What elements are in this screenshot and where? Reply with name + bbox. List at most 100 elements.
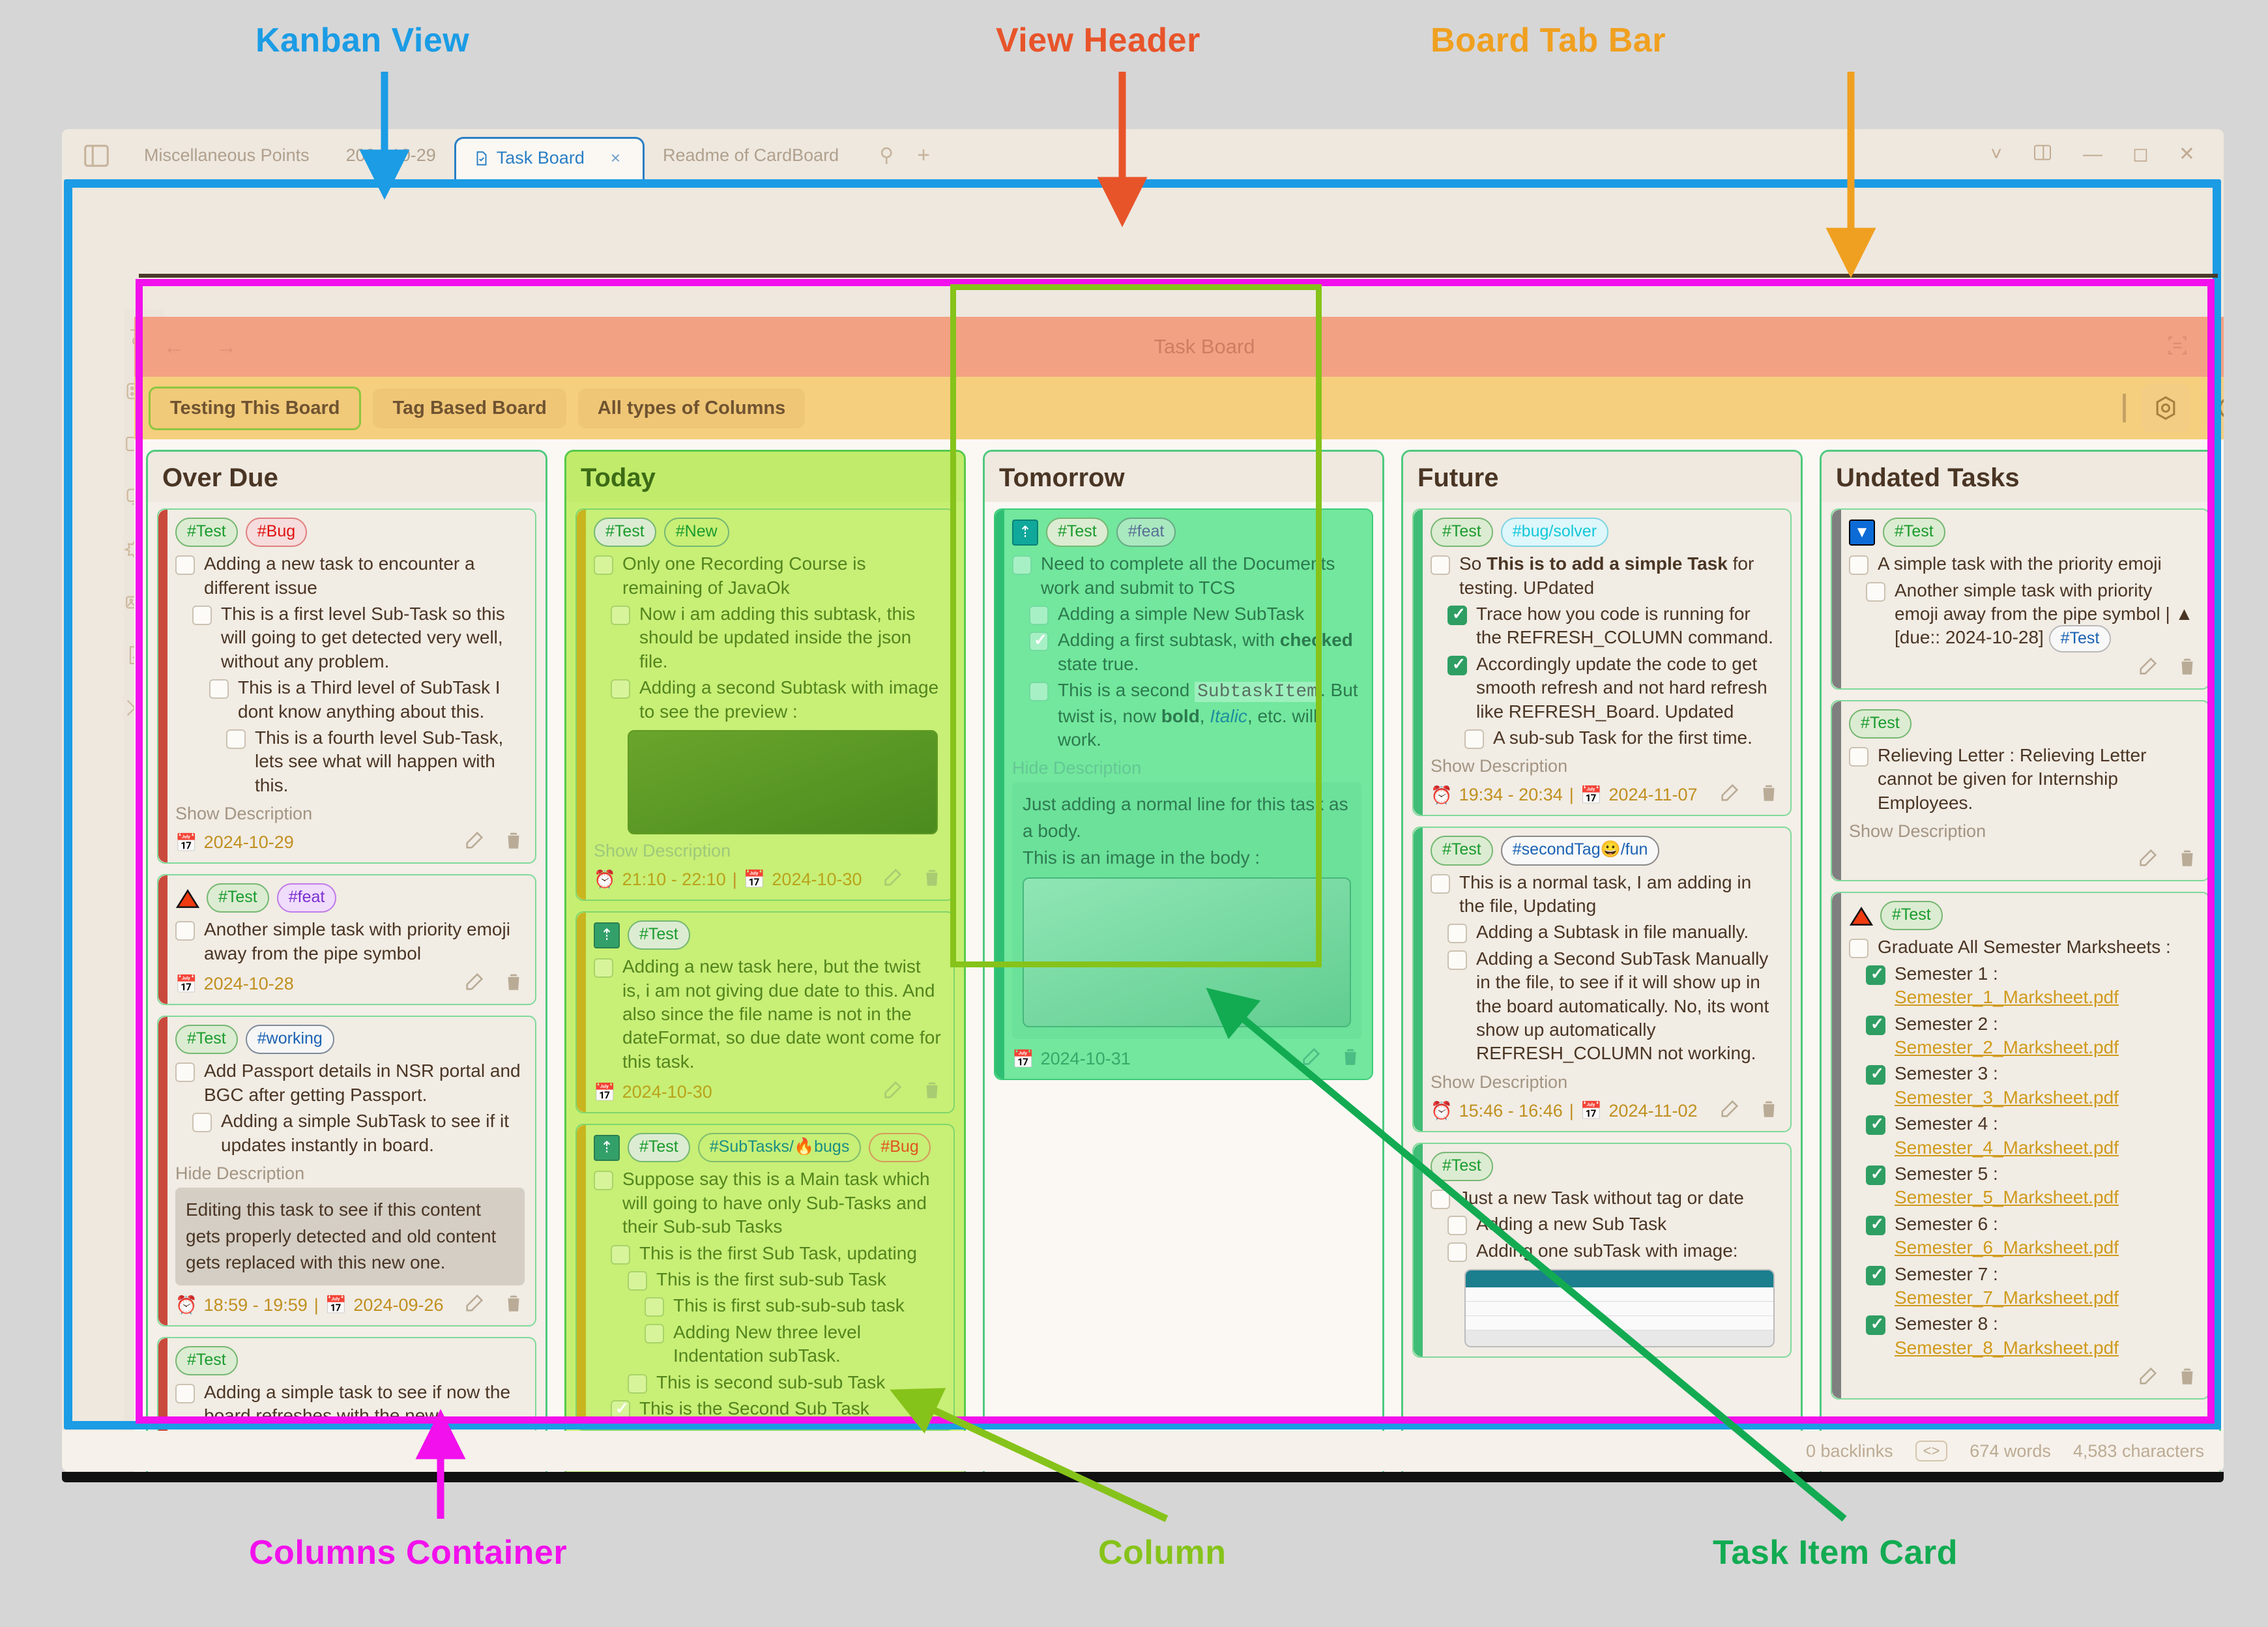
arrow-left-icon[interactable]: ←: [163, 334, 185, 360]
arrow-right-icon[interactable]: →: [215, 334, 237, 360]
card-tag[interactable]: #New: [663, 518, 729, 548]
card-tag[interactable]: #Bug: [869, 1133, 931, 1163]
task-checkbox[interactable]: [611, 606, 630, 626]
task-checkbox[interactable]: [628, 1373, 647, 1394]
task-checkbox[interactable]: [1029, 630, 1049, 652]
edit-icon[interactable]: [2137, 847, 2159, 873]
task-checkbox[interactable]: [1866, 1064, 1885, 1085]
card-tag[interactable]: #feat: [276, 883, 337, 913]
new-tab-button[interactable]: +: [903, 143, 930, 180]
task-item-card[interactable]: ▼ #Test A simple task with the priority em…: [1831, 508, 2210, 690]
edit-icon[interactable]: [463, 1292, 486, 1319]
task-checkbox[interactable]: [175, 555, 195, 576]
task-checkbox[interactable]: [1447, 950, 1467, 970]
card-tag[interactable]: #Test: [207, 883, 269, 913]
embedded-image-preview[interactable]: [1023, 877, 1351, 1028]
task-checkbox[interactable]: [1849, 747, 1868, 767]
card-tag[interactable]: #Test: [628, 920, 690, 950]
tab-close-icon[interactable]: ×: [611, 148, 620, 168]
description-toggle[interactable]: Show Description: [1431, 756, 1780, 776]
task-checkbox[interactable]: [1866, 1214, 1885, 1235]
window-tab-1[interactable]: 2024-10-29: [328, 145, 454, 180]
minimize-button[interactable]: —: [2083, 145, 2102, 164]
task-checkbox[interactable]: [645, 1323, 664, 1343]
edit-icon[interactable]: [463, 971, 486, 997]
edit-icon[interactable]: [2137, 655, 2159, 682]
edit-icon[interactable]: [882, 866, 904, 893]
delete-icon[interactable]: [1758, 782, 1780, 808]
card-tag[interactable]: #Test: [1880, 901, 1943, 931]
task-item-card[interactable]: #Test #working Add Passport details in NSR…: [157, 1016, 536, 1327]
close-window-button[interactable]: ✕: [2179, 145, 2195, 164]
task-checkbox[interactable]: [226, 729, 246, 749]
task-checkbox[interactable]: [1447, 654, 1467, 675]
task-checkbox[interactable]: [1447, 604, 1467, 626]
embedded-image-preview[interactable]: [1464, 1269, 1775, 1348]
task-checkbox[interactable]: [611, 1244, 630, 1265]
task-checkbox[interactable]: [1866, 964, 1885, 985]
embedded-image-preview[interactable]: [628, 729, 938, 834]
window-tab-3[interactable]: Readme of CardBoard: [645, 145, 857, 180]
description-toggle[interactable]: Show Description: [594, 841, 943, 861]
task-item-card[interactable]: #Test #feat Another simple task with prior…: [157, 874, 536, 1006]
description-toggle[interactable]: Hide Description: [175, 1164, 525, 1184]
task-checkbox[interactable]: [628, 1271, 647, 1291]
card-tag[interactable]: #SubTasks/🔥bugs: [697, 1133, 862, 1163]
card-tag[interactable]: #feat: [1116, 518, 1176, 548]
task-checkbox[interactable]: [1849, 555, 1868, 576]
task-checkbox[interactable]: [1012, 555, 1032, 576]
task-checkbox[interactable]: [175, 1063, 195, 1083]
task-checkbox[interactable]: [1431, 873, 1450, 894]
more-options-icon[interactable]: ⋮: [2220, 335, 2224, 358]
card-tag[interactable]: #Test: [175, 1025, 238, 1055]
chevron-down-icon[interactable]: ˅: [1990, 145, 2002, 164]
pin-icon[interactable]: ⚲: [857, 144, 903, 180]
board-horizontal-scrollbar[interactable]: [72, 1422, 489, 1429]
task-item-card[interactable]: #Test #secondTag😀/fun This is a normal tas…: [1412, 827, 1792, 1132]
task-checkbox[interactable]: [209, 679, 229, 699]
card-tag[interactable]: #Bug: [245, 518, 308, 548]
task-checkbox[interactable]: [1447, 924, 1467, 944]
task-checkbox[interactable]: [1431, 555, 1450, 576]
task-checkbox[interactable]: [1029, 682, 1049, 702]
edit-icon[interactable]: [1719, 1098, 1741, 1124]
task-checkbox[interactable]: [1866, 1014, 1885, 1035]
task-checkbox[interactable]: [594, 958, 613, 978]
board-tab-0[interactable]: Testing This Board: [149, 386, 362, 430]
delete-icon[interactable]: [921, 1079, 943, 1106]
task-checkbox[interactable]: [1431, 1190, 1450, 1209]
task-item-card[interactable]: #Test #Bug Adding a new task to encounter …: [157, 508, 536, 864]
task-checkbox[interactable]: [192, 1113, 212, 1133]
task-item-card[interactable]: #Test Relieving Letter : Relieving Letter…: [1831, 699, 2210, 882]
task-item-card[interactable]: #Test Graduate All Semester Marksheets : S…: [1831, 892, 2210, 1400]
task-item-card[interactable]: ⇡ #Test #feat Need to complete all the Docu…: [994, 508, 1373, 1081]
task-checkbox[interactable]: [1447, 1216, 1467, 1236]
task-checkbox[interactable]: [175, 1384, 195, 1404]
task-item-card[interactable]: ⇡ #Test Adding a new task here, but the tw…: [575, 911, 955, 1114]
task-item-card[interactable]: #Test Just a new Task without tag or date…: [1412, 1142, 1792, 1358]
task-checkbox[interactable]: [1866, 581, 1885, 602]
task-checkbox[interactable]: [175, 921, 195, 941]
card-tag[interactable]: #Test: [175, 518, 238, 548]
description-toggle[interactable]: Show Description: [1431, 1072, 1780, 1092]
description-toggle[interactable]: Hide Description: [1012, 758, 1361, 778]
window-tab-2[interactable]: Task Board ×: [454, 137, 645, 183]
task-checkbox[interactable]: [192, 606, 212, 626]
task-checkbox[interactable]: [611, 679, 630, 699]
delete-icon[interactable]: [2176, 847, 2198, 873]
delete-icon[interactable]: [502, 1292, 525, 1319]
edit-icon[interactable]: [2137, 1365, 2159, 1392]
description-toggle[interactable]: Show Description: [175, 804, 525, 824]
task-checkbox[interactable]: [1866, 1265, 1885, 1285]
task-item-card[interactable]: #Test #bug/solver So This is to add a simp…: [1412, 508, 1792, 817]
task-checkbox[interactable]: [1866, 1164, 1885, 1185]
delete-icon[interactable]: [1339, 1046, 1361, 1072]
card-tag[interactable]: #Test: [1883, 518, 1945, 548]
edit-icon[interactable]: [1300, 1046, 1322, 1072]
delete-icon[interactable]: [502, 971, 525, 997]
delete-icon[interactable]: [1758, 1098, 1780, 1124]
card-tag[interactable]: #Test: [1431, 836, 1493, 866]
card-tag[interactable]: #Test: [594, 518, 656, 548]
card-tag[interactable]: #Test: [1849, 709, 1912, 739]
task-checkbox[interactable]: [1029, 606, 1049, 626]
